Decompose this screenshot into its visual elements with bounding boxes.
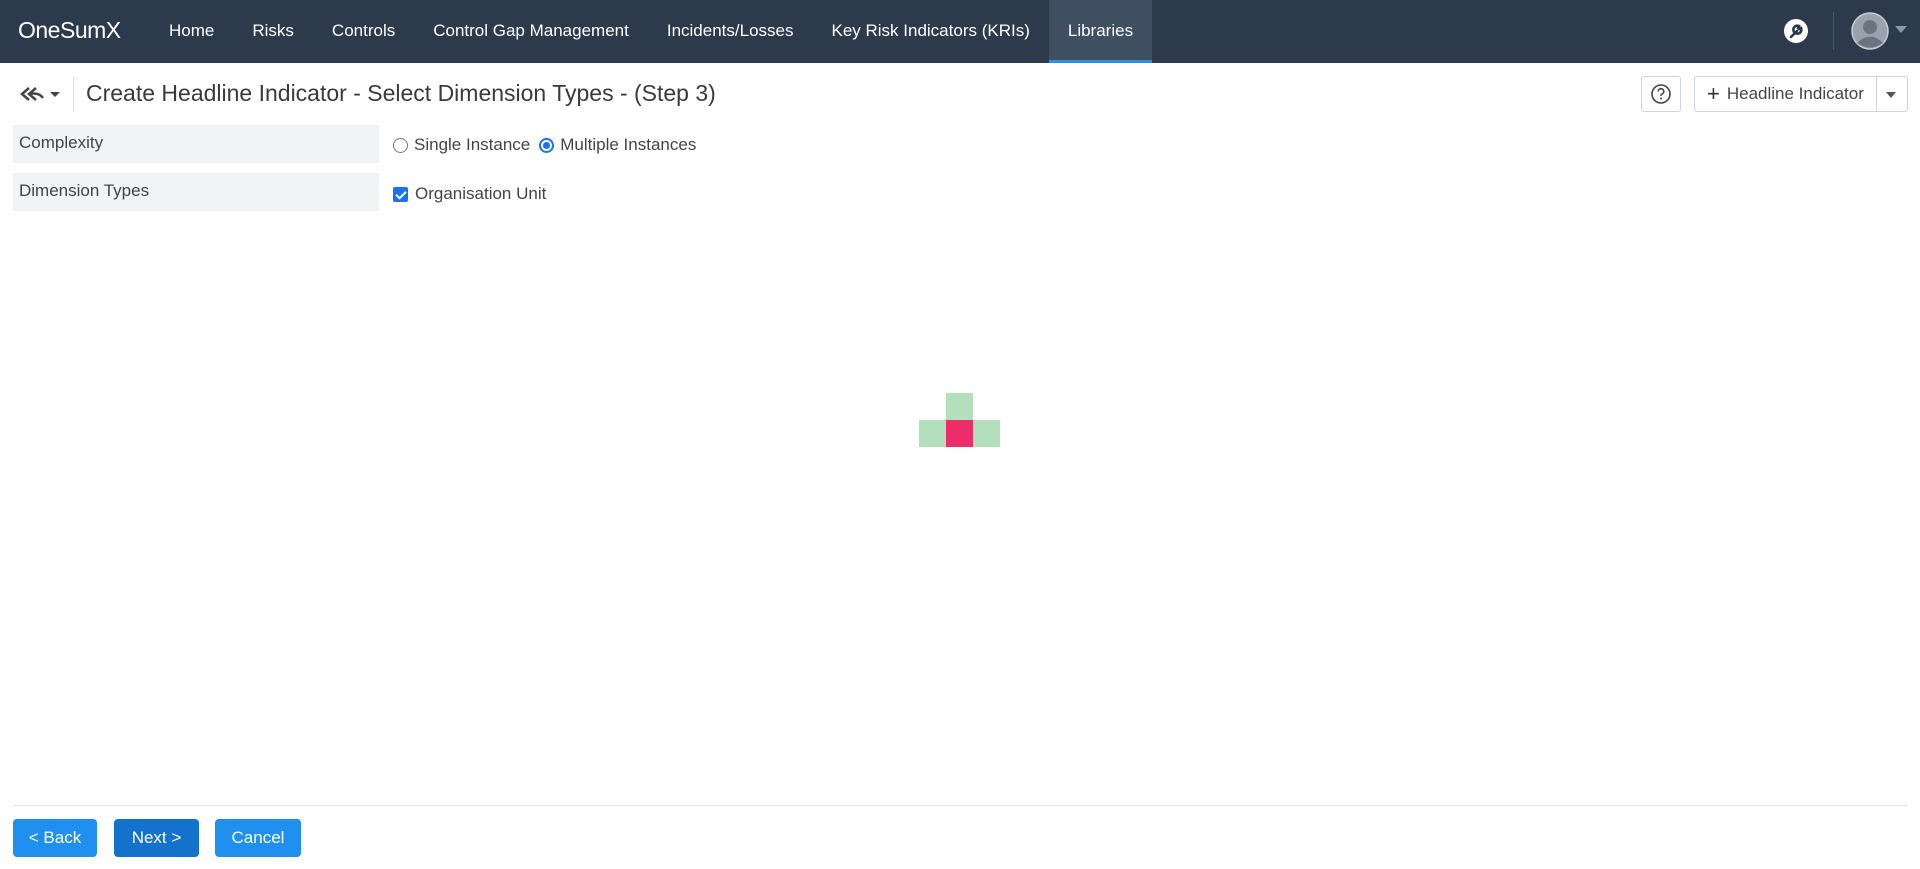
loader-square-top bbox=[946, 393, 973, 420]
plus-icon: + bbox=[1707, 81, 1720, 106]
question-circle-icon bbox=[1651, 84, 1671, 104]
loader-square-right bbox=[973, 420, 1000, 447]
top-navigation-bar: OneSumX Home Risks Controls Control Gap … bbox=[0, 0, 1920, 63]
main-nav: Home Risks Controls Control Gap Manageme… bbox=[150, 0, 1153, 63]
nav-item-key-risk-indicators[interactable]: Key Risk Indicators (KRIs) bbox=[812, 0, 1048, 63]
nav-item-control-gap-management[interactable]: Control Gap Management bbox=[414, 0, 648, 63]
single-instance-label[interactable]: Single Instance bbox=[414, 135, 530, 155]
add-headline-indicator-label: Headline Indicator bbox=[1726, 84, 1864, 103]
nav-item-controls[interactable]: Controls bbox=[313, 0, 414, 63]
organisation-unit-checkbox[interactable] bbox=[393, 186, 408, 202]
single-instance-radio[interactable] bbox=[393, 137, 408, 153]
next-button[interactable]: Next > bbox=[114, 819, 199, 857]
double-back-arrow-icon[interactable] bbox=[19, 82, 63, 106]
chevron-down-icon[interactable] bbox=[1895, 26, 1907, 33]
title-separator bbox=[73, 76, 74, 112]
help-button[interactable] bbox=[1641, 76, 1681, 112]
nav-item-home[interactable]: Home bbox=[150, 0, 233, 63]
dimension-types-options: Organisation Unit bbox=[393, 184, 546, 204]
organisation-unit-label[interactable]: Organisation Unit bbox=[415, 184, 546, 204]
add-headline-indicator-main[interactable]: + Headline Indicator bbox=[1695, 77, 1877, 111]
cancel-button[interactable]: Cancel bbox=[215, 819, 301, 857]
nav-item-libraries[interactable]: Libraries bbox=[1048, 0, 1153, 63]
complexity-options: Single Instance Multiple Instances bbox=[393, 135, 696, 155]
complexity-label: Complexity bbox=[13, 125, 379, 163]
back-button[interactable]: < Back bbox=[13, 819, 97, 857]
nav-item-incidents-losses[interactable]: Incidents/Losses bbox=[648, 0, 813, 63]
add-options-dropdown[interactable] bbox=[1877, 77, 1907, 111]
multiple-instances-radio[interactable] bbox=[539, 137, 555, 153]
footer-divider bbox=[13, 805, 1908, 806]
page-title: Create Headline Indicator - Select Dimen… bbox=[86, 80, 716, 106]
chevron-down-icon bbox=[1886, 92, 1896, 98]
brand-logo[interactable]: OneSumX bbox=[18, 17, 121, 44]
nav-item-risks[interactable]: Risks bbox=[233, 0, 313, 63]
settings-tool-icon[interactable] bbox=[1780, 15, 1812, 47]
dimension-types-label: Dimension Types bbox=[13, 173, 379, 211]
loader-square-left bbox=[919, 420, 946, 447]
multiple-instances-label[interactable]: Multiple Instances bbox=[560, 135, 696, 155]
nav-divider bbox=[1833, 12, 1834, 50]
loader-square-center bbox=[946, 420, 973, 447]
add-headline-indicator-button[interactable]: + Headline Indicator bbox=[1694, 76, 1908, 112]
user-avatar-icon[interactable] bbox=[1851, 12, 1889, 50]
